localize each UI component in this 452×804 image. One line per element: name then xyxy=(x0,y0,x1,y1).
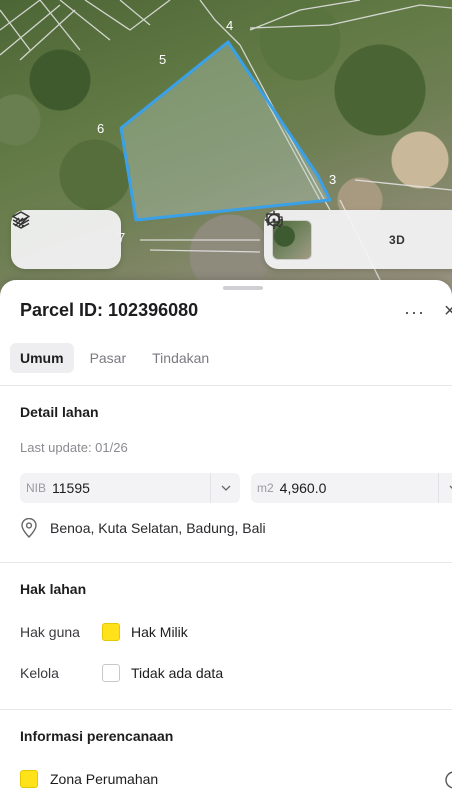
map-view[interactable]: 4 5 6 3 7 3D xyxy=(0,0,452,300)
sheet-drag-handle[interactable] xyxy=(223,286,263,290)
divider xyxy=(0,385,452,386)
map-tools-left xyxy=(11,210,121,269)
nib-value: 11595 xyxy=(52,480,90,496)
rights-row-hak-guna: Hak guna Hak Milik xyxy=(20,623,188,641)
vertex-label-3: 3 xyxy=(329,172,336,187)
view-3d-label: 3D xyxy=(388,232,406,247)
sheet-header: Parcel ID: 102396080 ··· × xyxy=(20,300,452,324)
area-unit-prefix: m2 xyxy=(257,481,274,495)
more-options-button[interactable]: ··· xyxy=(404,302,425,323)
nib-select[interactable]: NIB 11595 xyxy=(20,473,240,503)
parcel-title: Parcel ID: 102396080 xyxy=(20,300,199,320)
rights-value: Tidak ada data xyxy=(131,665,224,681)
color-swatch xyxy=(102,664,120,682)
detail-section-title: Detail lahan xyxy=(20,404,99,420)
last-update-text: Last update: 01/26 xyxy=(20,440,128,455)
nib-prefix: NIB xyxy=(26,481,47,495)
locate-button[interactable] xyxy=(265,211,363,257)
view-3d-button[interactable]: 3D xyxy=(381,223,414,257)
vertex-label-6: 6 xyxy=(97,121,104,136)
chat-button[interactable] xyxy=(266,213,452,257)
address-text: Benoa, Kuta Selatan, Badung, Bali xyxy=(50,520,266,536)
planning-section-title: Informasi perencanaan xyxy=(20,728,174,744)
location-pin-icon xyxy=(21,518,37,538)
tab-pasar[interactable]: Pasar xyxy=(80,343,137,373)
chevron-down-icon xyxy=(210,473,240,503)
color-swatch xyxy=(102,623,120,641)
draw-tool-icon xyxy=(14,217,28,228)
area-value: 4,960.0 xyxy=(279,480,327,496)
draw-tool-button[interactable] xyxy=(14,217,111,257)
rights-section-title: Hak lahan xyxy=(20,581,87,597)
parcel-bottom-sheet: Parcel ID: 102396080 ··· × Umum Pasar Ti… xyxy=(0,280,452,804)
rights-value: Hak Milik xyxy=(131,624,188,640)
divider xyxy=(0,562,452,563)
selected-parcel-polygon[interactable] xyxy=(119,40,332,222)
rights-label: Kelola xyxy=(20,665,59,681)
zone-row[interactable]: Zona Perumahan xyxy=(20,770,452,790)
vertex-label-5: 5 xyxy=(159,52,166,67)
tab-tindakan[interactable]: Tindakan xyxy=(142,343,219,373)
tab-umum[interactable]: Umum xyxy=(10,343,74,373)
map-tools-right: 3D xyxy=(264,210,452,269)
rights-row-kelola: Kelola Tidak ada data xyxy=(20,664,223,682)
zone-label: Zona Perumahan xyxy=(50,771,159,787)
chevron-down-icon xyxy=(438,473,452,503)
vertex-label-4: 4 xyxy=(226,18,233,33)
info-icon[interactable] xyxy=(444,770,452,790)
rights-label: Hak guna xyxy=(20,624,80,640)
area-select[interactable]: m2 4,960.0 xyxy=(251,473,452,503)
tab-bar: Umum Pasar Tindakan xyxy=(10,343,219,373)
divider xyxy=(0,709,452,710)
zone-color-swatch xyxy=(20,770,38,788)
address-row: Benoa, Kuta Selatan, Badung, Bali xyxy=(20,518,266,538)
chat-icon xyxy=(266,213,283,228)
close-button[interactable]: × xyxy=(444,300,452,323)
